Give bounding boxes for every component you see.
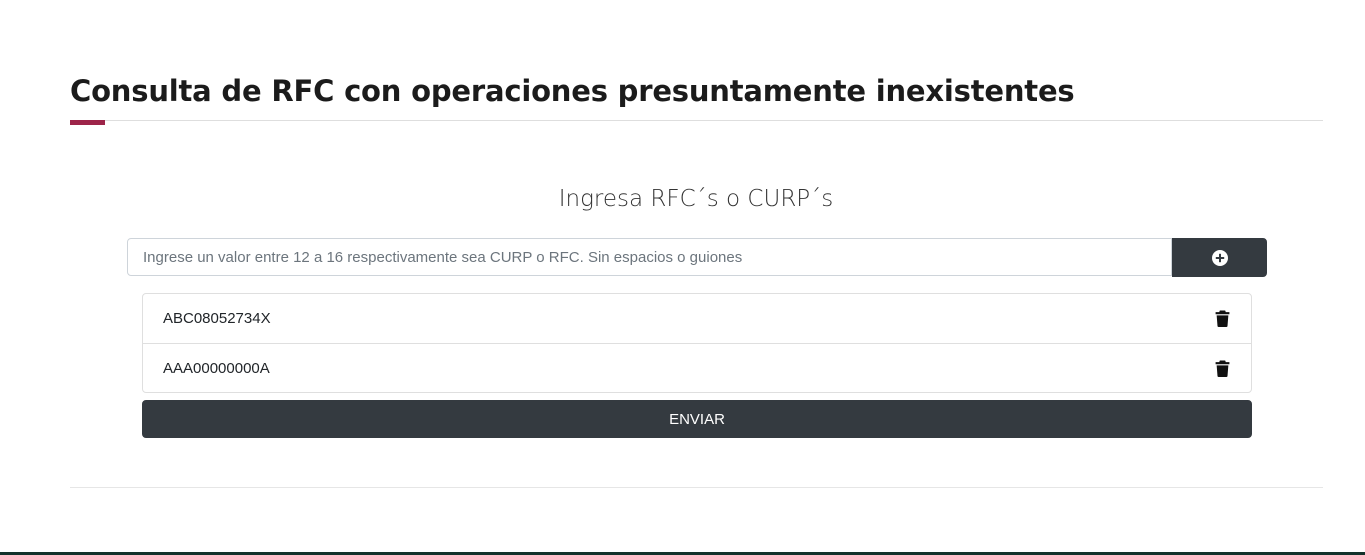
delete-button[interactable]	[1212, 308, 1232, 330]
title-accent-bar	[70, 120, 105, 125]
page: Consulta de RFC con operaciones presunta…	[0, 0, 1365, 555]
submit-button[interactable]: ENVIAR	[142, 400, 1252, 438]
list-item-value: ABC08052734X	[163, 310, 271, 327]
rfc-curp-input[interactable]	[127, 238, 1172, 276]
form-subtitle: Ingresa RFC´s o CURP´s	[558, 186, 834, 212]
plus-circle-icon	[1211, 249, 1228, 266]
title-divider	[70, 120, 1323, 121]
delete-button[interactable]	[1212, 357, 1232, 379]
add-button[interactable]	[1172, 238, 1267, 277]
list-item: AAA00000000A	[143, 343, 1251, 392]
trash-icon	[1215, 360, 1229, 377]
list-item-value: AAA00000000A	[163, 359, 270, 377]
rfc-list: ABC08052734X AAA00000000A	[142, 293, 1252, 393]
list-item: ABC08052734X	[143, 294, 1251, 343]
trash-icon	[1215, 310, 1229, 327]
page-title: Consulta de RFC con operaciones presunta…	[70, 74, 1075, 108]
bottom-divider	[70, 487, 1323, 488]
